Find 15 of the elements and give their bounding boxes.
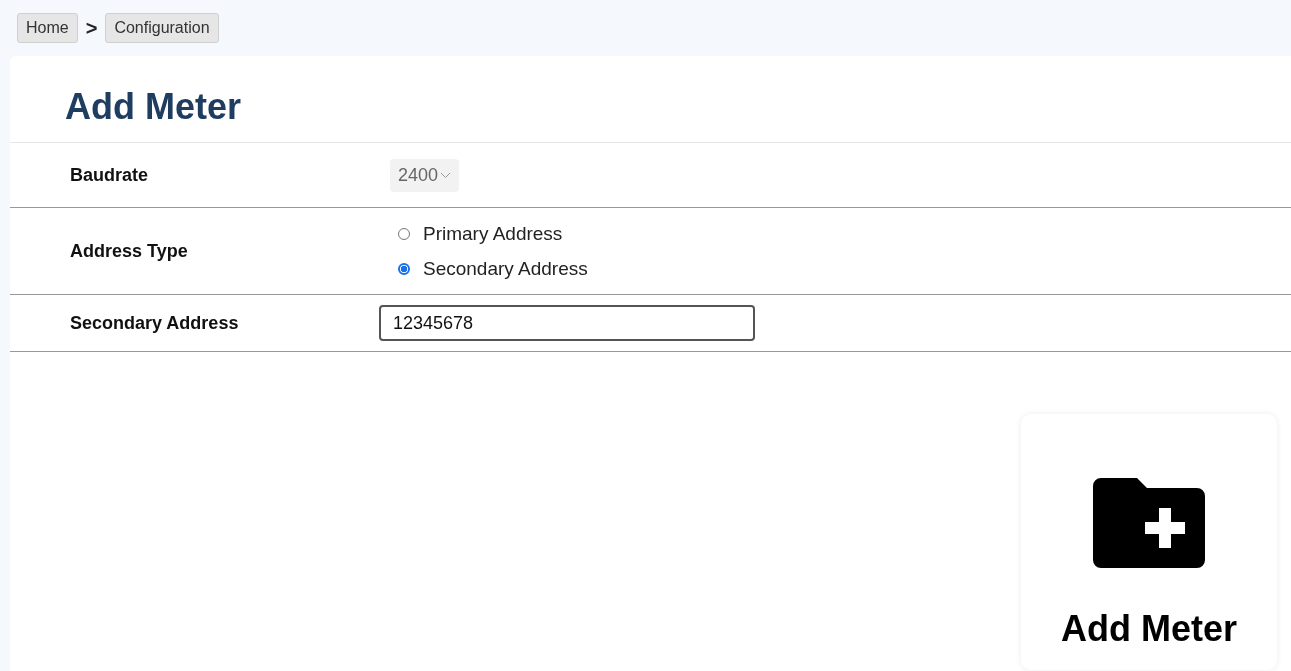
page-title: Add Meter — [10, 56, 1291, 143]
field-label: Address Type — [69, 240, 189, 262]
radio-button[interactable] — [398, 262, 410, 275]
field-label: Secondary Address — [69, 312, 240, 334]
address-input[interactable]: 12345678 — [379, 305, 755, 341]
baudrate-select[interactable]: 2400 — [390, 158, 460, 192]
folder-plus-icon — [1093, 478, 1205, 568]
breadcrumb-separator: > — [85, 16, 98, 40]
radio-label[interactable]: Primary Address — [423, 222, 563, 245]
add-meter-button[interactable]: Add Meter — [1021, 414, 1277, 670]
breadcrumb-item[interactable]: Home — [17, 13, 78, 43]
field-label: Baudrate — [69, 164, 150, 186]
radio-label[interactable]: Secondary Address — [423, 257, 588, 280]
chevron-down-icon — [440, 171, 452, 179]
breadcrumb-item[interactable]: Configuration — [105, 13, 219, 43]
